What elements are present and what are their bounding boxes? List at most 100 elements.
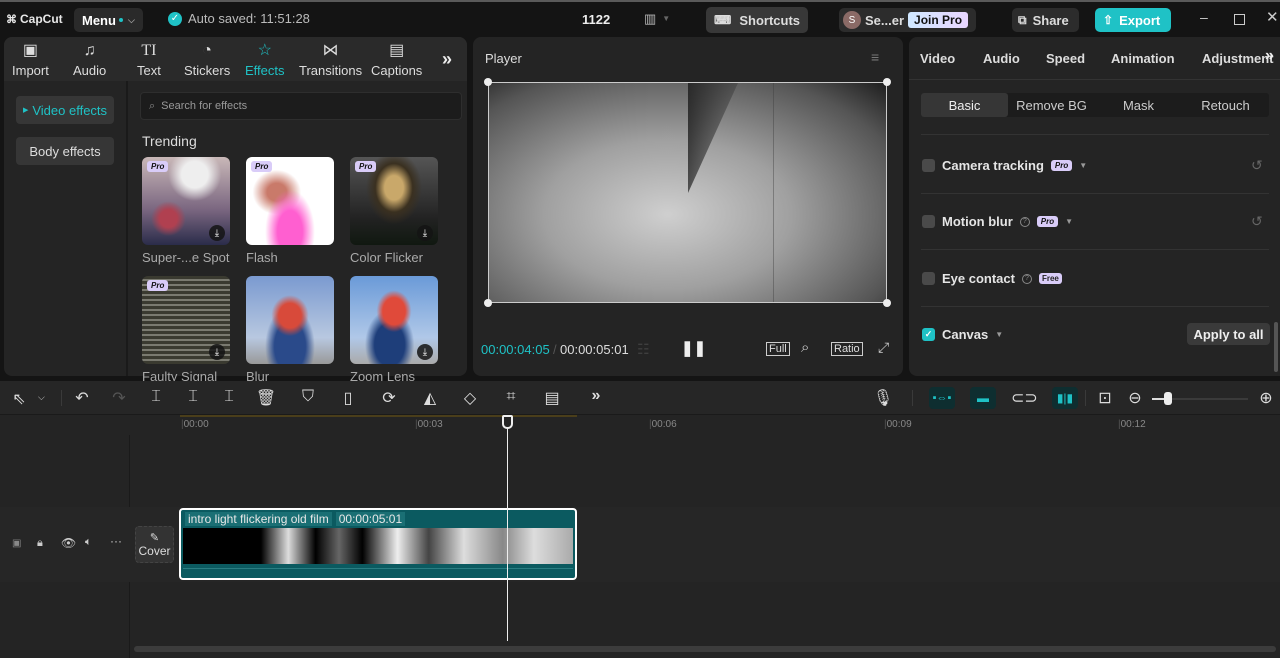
effect-card[interactable]: Pro Flash [246,157,334,265]
share-button[interactable]: ⧉ Share [1012,8,1079,32]
mirror-icon[interactable]: ◭ [419,388,441,408]
effect-card[interactable]: Pro ⤓ Super-...e Spot [142,157,230,265]
dropdown-caret-icon[interactable]: ▼ [995,330,1003,339]
freeze-frame-icon[interactable]: ▯ [337,388,359,408]
category-video-effects[interactable]: ▶ Video effects [16,96,114,124]
playhead[interactable] [507,415,508,641]
tab-effects[interactable]: ☆ Effects [245,41,285,78]
hamburger-menu-icon[interactable]: ≡ [871,49,879,65]
dropdown-caret-icon[interactable]: ▼ [1065,217,1073,226]
apply-to-all-button[interactable]: Apply to all [1187,323,1270,345]
frame-grid-icon[interactable]: ☷ [637,341,650,358]
shortcuts-button[interactable]: ⌨ Shortcuts [706,7,808,33]
volume-icon[interactable]: 🔈︎ [85,536,92,549]
cover-button[interactable]: ✎ Cover [135,526,174,563]
undo-icon[interactable]: ↶ [71,388,93,408]
effects-search-input[interactable]: ⌕ Search for effects [140,92,462,120]
timeline-horizontal-scrollbar[interactable] [134,646,1276,652]
redo-icon[interactable]: ↷ [108,388,130,408]
download-icon[interactable]: ⤓ [417,344,433,360]
camera-tracking-checkbox[interactable] [922,159,935,172]
help-icon[interactable]: ? [1019,216,1030,227]
resize-handle[interactable] [484,299,492,307]
select-tool-icon[interactable]: ⇖ [8,389,30,409]
menu-button[interactable]: Menu ⌵ [74,8,143,32]
join-pro-button[interactable]: Join Pro [908,12,969,28]
inspector-scrollbar[interactable] [1274,322,1278,372]
tab-captions[interactable]: ▤ Captions [371,41,422,78]
reset-icon[interactable]: ↺ [1251,213,1263,230]
download-icon[interactable]: ⤓ [209,344,225,360]
crop-icon[interactable]: ⌗ [500,388,522,406]
avatar[interactable]: S [843,11,861,29]
maximize-button[interactable] [1234,14,1245,25]
download-icon[interactable]: ⤓ [209,225,225,241]
microphone-icon[interactable]: 🎙 [872,388,894,408]
time-ruler[interactable]: |00:00 |00:03 |00:06 |00:09 |00:12 [130,415,1280,435]
help-icon[interactable]: ? [1021,273,1032,284]
tab-stickers[interactable]: ◔ Stickers [184,41,230,78]
tab-transitions[interactable]: ⋈ Transitions [299,41,362,78]
motion-blur-checkbox[interactable] [922,215,935,228]
resize-handle[interactable] [883,78,891,86]
close-button[interactable]: ✕ [1266,8,1279,26]
split-left-icon[interactable]: ⌶ [182,388,204,406]
tab-text[interactable]: TI Text [137,41,161,78]
zoom-out-icon[interactable]: ⊖ [1124,388,1146,408]
eye-icon[interactable]: 👁︎ [61,536,76,550]
minimize-button[interactable]: – [1200,9,1208,25]
inspector-tab-animation[interactable]: Animation [1111,51,1175,66]
tab-import[interactable]: ▣ Import [12,41,49,78]
effect-card[interactable]: Blur [246,276,334,384]
subtab-mask[interactable]: Mask [1095,93,1182,117]
zoom-in-icon[interactable]: ⊕ [1255,388,1277,408]
subtab-basic[interactable]: Basic [921,93,1008,117]
more-tools-icon[interactable]: » [585,387,607,405]
split-right-icon[interactable]: ⌶ [218,388,240,406]
split-icon[interactable]: ⌶ [145,388,167,406]
rotate-icon[interactable]: ◇ [459,388,481,408]
fullscreen-icon[interactable]: ⤢ [878,339,889,356]
eye-contact-checkbox[interactable] [922,272,935,285]
delete-icon[interactable]: 🗑 [255,388,277,408]
preview-axis-toggle[interactable]: ▮|▮ [1052,387,1078,409]
zoom-fit-icon[interactable]: ⌕ [801,339,809,356]
main-track-magnet-toggle[interactable]: ▪⇔▪ [929,387,955,409]
zoom-to-fit-icon[interactable]: ⊡ [1094,388,1116,408]
reset-icon[interactable]: ↺ [1251,157,1263,174]
playhead-handle[interactable] [502,415,513,429]
effect-card[interactable]: Pro ⤓ Color Flicker [350,157,438,265]
marker-icon[interactable]: ⛉ [297,388,319,406]
video-preview[interactable] [484,78,891,307]
subtab-remove-bg[interactable]: Remove BG [1008,93,1095,117]
more-tabs-icon[interactable]: » [442,49,452,70]
subtab-retouch[interactable]: Retouch [1182,93,1269,117]
auto-snap-toggle[interactable]: ▬ [970,387,996,409]
dropdown-caret-icon[interactable]: ▼ [1079,161,1087,170]
zoom-slider-thumb[interactable] [1164,392,1172,405]
project-name[interactable]: 1122 [582,12,610,27]
canvas-checkbox[interactable]: ✓ [922,328,935,341]
auto-reframe-icon[interactable]: ▤ [541,388,563,408]
full-button[interactable]: Full [766,342,790,356]
more-icon[interactable]: ··· [110,534,122,548]
account-area[interactable]: S Se...er Join Pro [839,8,976,32]
pause-button[interactable]: ❚❚ [681,339,706,357]
reverse-icon[interactable]: ⟳ [378,388,400,408]
video-clip[interactable]: intro light flickering old film 00:00:05… [179,508,577,580]
effect-card[interactable]: Pro ⤓ Faulty Signal [142,276,230,384]
inspector-tab-audio[interactable]: Audio [983,51,1020,66]
inspector-tab-speed[interactable]: Speed [1046,51,1085,66]
export-button[interactable]: ⇧ Export [1095,8,1171,32]
resize-handle[interactable] [883,299,891,307]
inspector-tab-video[interactable]: Video [920,51,955,66]
ratio-button[interactable]: Ratio [831,342,863,356]
layout-button[interactable]: ▥ ▼ [644,11,670,27]
more-tabs-icon[interactable]: » [1265,47,1274,65]
link-icon[interactable]: ⊂⊃ [1011,388,1038,408]
inspector-tab-adjustment[interactable]: Adjustment [1202,51,1274,66]
download-icon[interactable]: ⤓ [417,225,433,241]
resize-handle[interactable] [484,78,492,86]
category-body-effects[interactable]: Body effects [16,137,114,165]
effect-card[interactable]: ⤓ Zoom Lens [350,276,438,384]
